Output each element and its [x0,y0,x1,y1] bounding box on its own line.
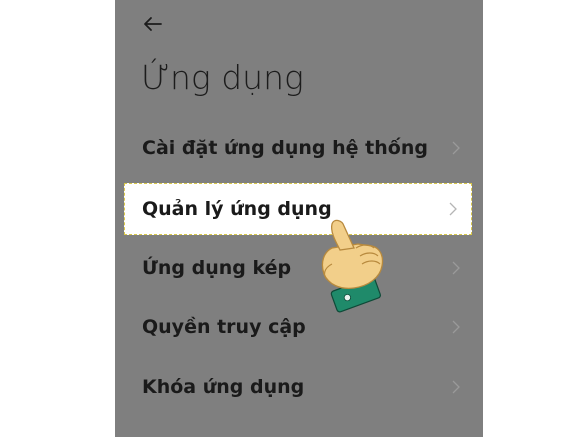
menu-item-dual-apps[interactable]: Ứng dụng kép [115,242,483,294]
settings-menu: Cài đặt ứng dụng hệ thống Quản lý ứng dụ… [115,0,483,437]
settings-screen: Ứng dụng Cài đặt ứng dụng hệ thống Quản … [115,0,483,437]
chevron-right-icon [449,202,457,216]
chevron-right-icon [452,320,460,334]
menu-item-permissions[interactable]: Quyền truy cập [115,301,483,353]
menu-item-label: Ứng dụng kép [142,257,292,279]
menu-item-system-app-settings[interactable]: Cài đặt ứng dụng hệ thống [115,122,483,174]
menu-item-label: Cài đặt ứng dụng hệ thống [142,137,428,159]
menu-item-label: Quản lý ứng dụng [142,198,332,220]
menu-item-manage-apps[interactable]: Quản lý ứng dụng [124,183,472,235]
menu-item-label: Quyền truy cập [142,316,306,338]
chevron-right-icon [452,261,460,275]
menu-item-app-lock[interactable]: Khóa ứng dụng [115,361,483,413]
menu-item-label: Khóa ứng dụng [142,376,305,398]
chevron-right-icon [452,380,460,394]
chevron-right-icon [452,141,460,155]
